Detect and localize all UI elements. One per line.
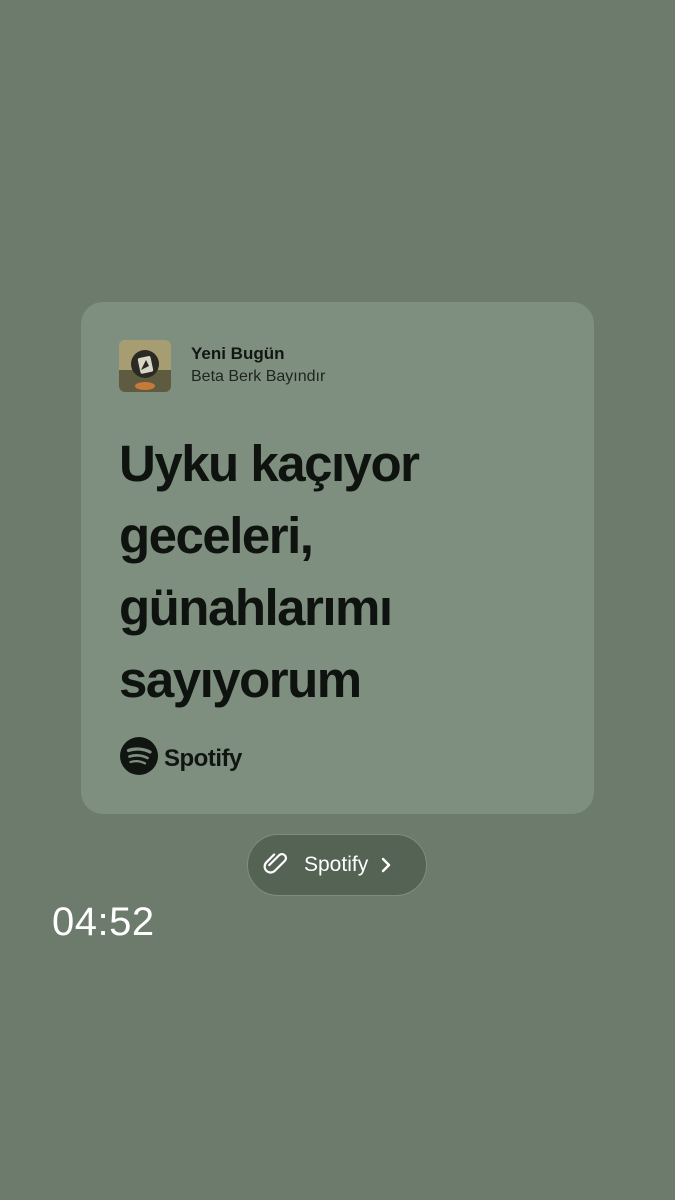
lyric-line: günahlarımı (119, 579, 393, 636)
paperclip-icon (262, 848, 292, 883)
lyrics-share-card[interactable]: Yeni Bugün Beta Berk Bayındır Uyku kaçıy… (81, 302, 594, 814)
album-cover-image (119, 340, 171, 392)
track-title: Yeni Bugün (191, 344, 285, 363)
spotify-link-sticker[interactable]: Spotify (247, 834, 427, 896)
link-label: Spotify (304, 853, 369, 876)
track-info: Yeni Bugün Beta Berk Bayındır (119, 340, 325, 392)
lyrics-text: Uyku kaçıyor geceleri, günahlarımı sayıy… (119, 428, 559, 716)
lyric-line: sayıyorum (119, 651, 362, 708)
spotify-logo-icon (120, 737, 158, 780)
lyric-line: Uyku kaçıyor (119, 435, 420, 492)
spotify-brand: Spotify (120, 737, 242, 780)
chevron-right-icon (380, 857, 392, 873)
timestamp: 04:52 (52, 900, 155, 944)
track-artist: Beta Berk Bayındır (191, 368, 326, 385)
spotify-wordmark: Spotify (164, 744, 242, 772)
lyric-line: geceleri, (119, 507, 314, 564)
